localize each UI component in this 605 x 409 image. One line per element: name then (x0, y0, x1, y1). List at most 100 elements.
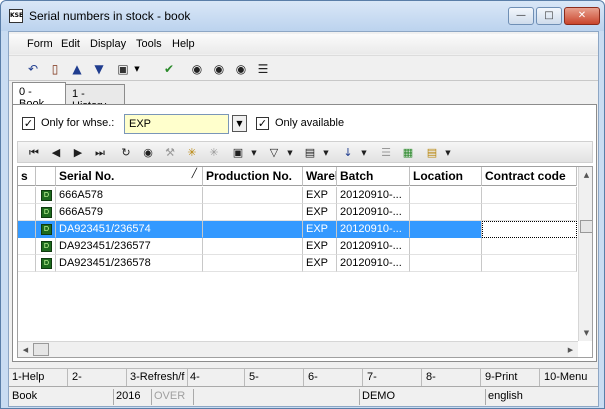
only-available-checkbox[interactable]: ✓ (256, 117, 269, 130)
scroll-left-icon[interactable]: ◀ (18, 342, 33, 357)
menu-edit[interactable]: Edit (61, 38, 80, 50)
vertical-scroll-thumb[interactable] (580, 220, 592, 233)
f3-refresh-key[interactable]: 3-Refresh/f (130, 371, 186, 383)
warehouse-cell: EXP (303, 238, 337, 255)
location-cell (410, 238, 482, 255)
column-header-s[interactable]: s (18, 167, 36, 186)
minimize-button[interactable]: — (508, 7, 534, 25)
warehouse-dropdown-button[interactable]: ▼ (232, 115, 247, 132)
camera-dropdown-icon[interactable]: ▼ (133, 61, 141, 77)
table-row[interactable]: D DA923451/236578 EXP 20120910-... (18, 255, 577, 272)
sort-icon[interactable]: ↓ (340, 145, 356, 161)
horizontal-scroll-thumb[interactable] (33, 343, 49, 356)
previous-record-icon[interactable]: ◀ (48, 145, 64, 161)
excel-export-icon[interactable]: ✔ (161, 61, 177, 77)
menu-tools[interactable]: Tools (136, 38, 162, 50)
serial-no-cell: DA923451/236578 (56, 255, 203, 272)
columns-dropdown-icon[interactable]: ▼ (318, 145, 334, 161)
columns-icon[interactable]: ▤ (302, 145, 318, 161)
title-bar[interactable]: KSE Serial numbers in stock - book — □ ✕ (1, 1, 604, 31)
scroll-up-icon[interactable]: ▲ (579, 167, 592, 183)
column-header-batch[interactable]: Batch (337, 167, 410, 186)
binoculars-icon[interactable]: ◉ (140, 145, 156, 161)
table-row[interactable]: D DA923451/236577 EXP 20120910-... (18, 238, 577, 255)
find-all-icon[interactable]: ◉ (233, 61, 249, 77)
f7-key[interactable]: 7- (367, 371, 419, 383)
refresh-icon[interactable]: ↻ (118, 145, 134, 161)
available-icon: D (41, 241, 52, 252)
grid-header: s Serial No. ╱ Production No. Warehouse … (18, 167, 577, 186)
f2-key[interactable]: 2- (72, 371, 124, 383)
camera-icon[interactable]: ▣ (230, 145, 246, 161)
excel-export-icon[interactable]: ▦ (400, 145, 416, 161)
sort-dropdown-icon[interactable]: ▼ (356, 145, 372, 161)
maximize-button[interactable]: □ (536, 7, 562, 25)
f4-key[interactable]: 4- (190, 371, 242, 383)
horizontal-scrollbar[interactable]: ◀ ▶ (18, 341, 578, 357)
column-header-contract-code[interactable]: Contract code (482, 167, 577, 186)
last-record-icon[interactable]: ⏭ (92, 145, 108, 161)
camera-icon[interactable]: ▣ (115, 61, 131, 77)
filter-dropdown-icon[interactable]: ▼ (282, 145, 298, 161)
f5-key[interactable]: 5- (249, 371, 301, 383)
filter-icon[interactable]: ▽ (266, 145, 282, 161)
camera-dropdown-icon[interactable]: ▼ (246, 145, 262, 161)
table-row[interactable]: D 666A579 EXP 20120910-... (18, 204, 577, 221)
contract-code-cell-focused[interactable] (482, 221, 577, 238)
list-icon[interactable]: ☰ (255, 61, 271, 77)
production-no-cell (203, 187, 303, 204)
table-row-selected[interactable]: D DA923451/236574 EXP 20120910-... (18, 221, 577, 238)
add-filter-icon[interactable]: ✳ (184, 145, 200, 161)
binoculars-icon[interactable]: ◉ (189, 61, 205, 77)
f9-print-key[interactable]: 9-Print (485, 371, 537, 383)
first-record-icon[interactable]: ⏮ (26, 145, 42, 161)
only-for-whse-checkbox[interactable]: ✓ (22, 117, 35, 130)
main-toolbar: ↶ ▯ ▲ ▼ ▣ ▼ ✔ ◉ ◉ ◉ ☰ (9, 55, 598, 81)
tools-icon[interactable]: ⚒ (162, 145, 178, 161)
book-icon[interactable]: ▯ (47, 61, 63, 77)
separator (187, 369, 188, 386)
status-bar: Book 2016 OVER DEMO english (9, 386, 598, 406)
next-record-icon[interactable]: ▶ (70, 145, 86, 161)
location-cell (410, 187, 482, 204)
row-availability-cell: D (36, 204, 56, 221)
remove-filter-icon[interactable]: ✳ (206, 145, 222, 161)
table-row[interactable]: D 666A578 EXP 20120910-... (18, 187, 577, 204)
column-header-warehouse[interactable]: Warehouse (303, 167, 337, 186)
list-numbered-icon[interactable]: ☰ (378, 145, 394, 161)
arrow-down-icon[interactable]: ▼ (91, 61, 107, 77)
row-availability-cell: D (36, 238, 56, 255)
column-header-production-no[interactable]: Production No. (203, 167, 303, 186)
close-button[interactable]: ✕ (564, 7, 600, 25)
scroll-right-icon[interactable]: ▶ (563, 342, 578, 357)
scroll-down-icon[interactable]: ▼ (579, 325, 592, 341)
separator (480, 369, 481, 386)
report-dropdown-icon[interactable]: ▼ (440, 145, 456, 161)
tab-history[interactable]: 1 - History (65, 84, 125, 112)
menu-display[interactable]: Display (90, 38, 126, 50)
menu-help[interactable]: Help (172, 38, 195, 50)
status-overwrite-mode: OVER (152, 389, 194, 405)
menu-form[interactable]: Form (27, 38, 53, 50)
f1-help-key[interactable]: 1-Help (12, 371, 64, 383)
f8-key[interactable]: 8- (426, 371, 478, 383)
column-header-serial-no[interactable]: Serial No. ╱ (56, 167, 203, 186)
undo-icon[interactable]: ↶ (25, 61, 41, 77)
f10-menu-key[interactable]: 10-Menu (544, 371, 596, 383)
f6-key[interactable]: 6- (308, 371, 360, 383)
warehouse-input[interactable]: EXP (124, 114, 229, 134)
arrow-up-icon[interactable]: ▲ (69, 61, 85, 77)
find-next-icon[interactable]: ◉ (211, 61, 227, 77)
app-icon[interactable]: KSE (9, 9, 23, 23)
tab-book[interactable]: 0 - Book (12, 82, 66, 110)
only-for-whse-label: Only for whse.: (41, 117, 115, 129)
column-header-location[interactable]: Location (410, 167, 482, 186)
vertical-scrollbar[interactable]: ▲ ▼ (578, 167, 592, 341)
serial-no-cell: 666A578 (56, 187, 203, 204)
column-header-availability[interactable] (36, 167, 56, 186)
serial-numbers-grid[interactable]: s Serial No. ╱ Production No. Warehouse … (17, 166, 593, 358)
contract-code-cell (482, 255, 577, 272)
report-icon[interactable]: ▤ (424, 145, 440, 161)
location-cell (410, 255, 482, 272)
serial-no-cell: 666A579 (56, 204, 203, 221)
